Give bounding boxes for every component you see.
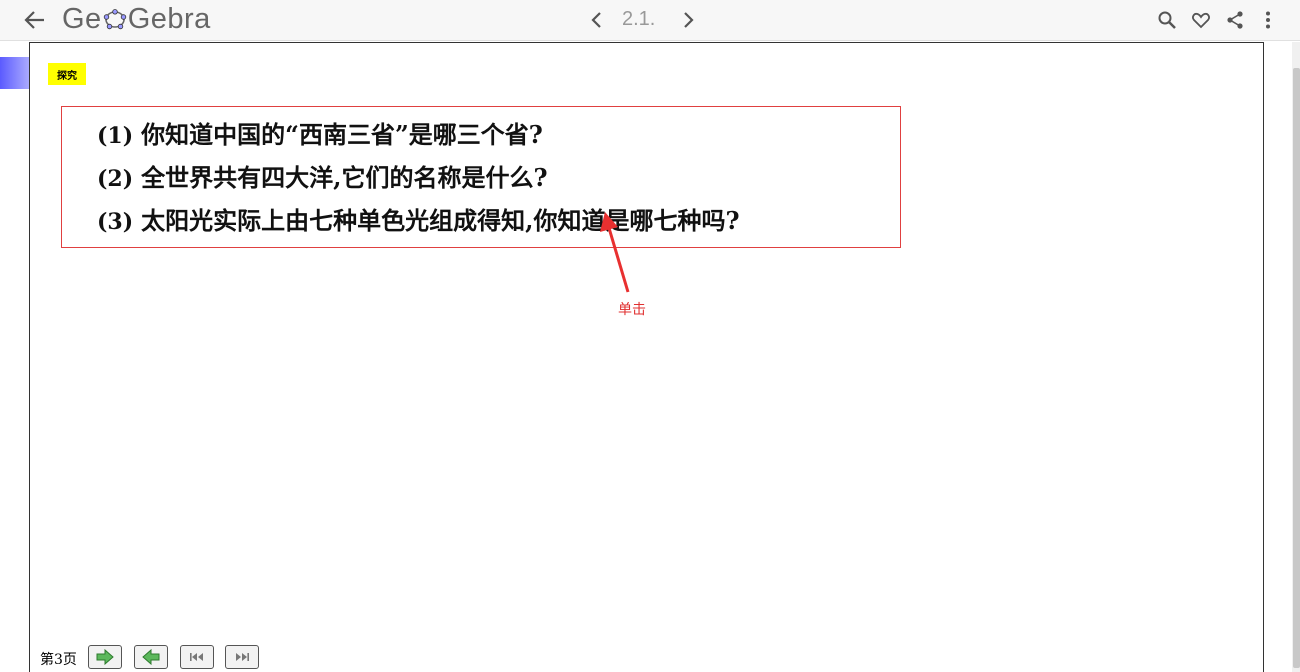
last-page-icon [236,653,249,661]
heart-icon[interactable] [1191,10,1211,30]
next-page-icon [96,649,114,665]
question-text: 太阳光实际上由七种单色光组成得知,你知道是哪七种吗? [141,206,740,235]
top-bar: Ge Gebra 2.1. [0,0,1300,41]
prev-page-button[interactable] [134,645,168,669]
last-page-button[interactable] [225,645,259,669]
geogebra-logo-icon [103,9,126,30]
logo-text-prefix: Ge [62,2,102,35]
inquiry-badge: 探究 [48,63,86,85]
question-number: (3) [97,209,134,235]
annotation-label: 单击 [618,302,646,318]
question-text: 全世界共有四大洋,它们的名称是什么? [141,163,548,192]
chevron-right-icon[interactable] [677,9,699,31]
chapter-label: 2.1. [622,8,656,30]
first-page-icon [190,653,203,661]
question-number: (2) [97,166,134,192]
chevron-left-icon[interactable] [586,9,608,31]
question-line-3: (3) 太阳光实际上由七种单色光组成得知,你知道是哪七种吗? [97,201,740,236]
back-arrow-icon[interactable] [22,8,48,32]
page-number-label: 第3页 [40,652,77,668]
next-page-button[interactable] [88,645,122,669]
question-number: (1) [97,123,134,149]
question-line-1: (1) 你知道中国的“西南三省”是哪三个省? [97,115,543,150]
annotation-arrow-icon [596,210,636,294]
logo-text-suffix: Gebra [127,2,211,35]
more-vertical-icon[interactable] [1258,10,1278,30]
question-line-2: (2) 全世界共有四大洋,它们的名称是什么? [97,158,548,193]
scrollbar-thumb[interactable] [1293,68,1300,668]
first-page-button[interactable] [180,645,214,669]
question-text: 你知道中国的“西南三省”是哪三个省? [141,120,543,149]
share-icon[interactable] [1225,10,1245,30]
question-box[interactable]: (1) 你知道中国的“西南三省”是哪三个省? (2) 全世界共有四大洋,它们的名称是… [61,106,901,248]
geogebra-logo[interactable]: Ge Gebra [62,3,211,35]
prev-page-icon [142,649,160,665]
search-icon[interactable] [1157,10,1177,30]
